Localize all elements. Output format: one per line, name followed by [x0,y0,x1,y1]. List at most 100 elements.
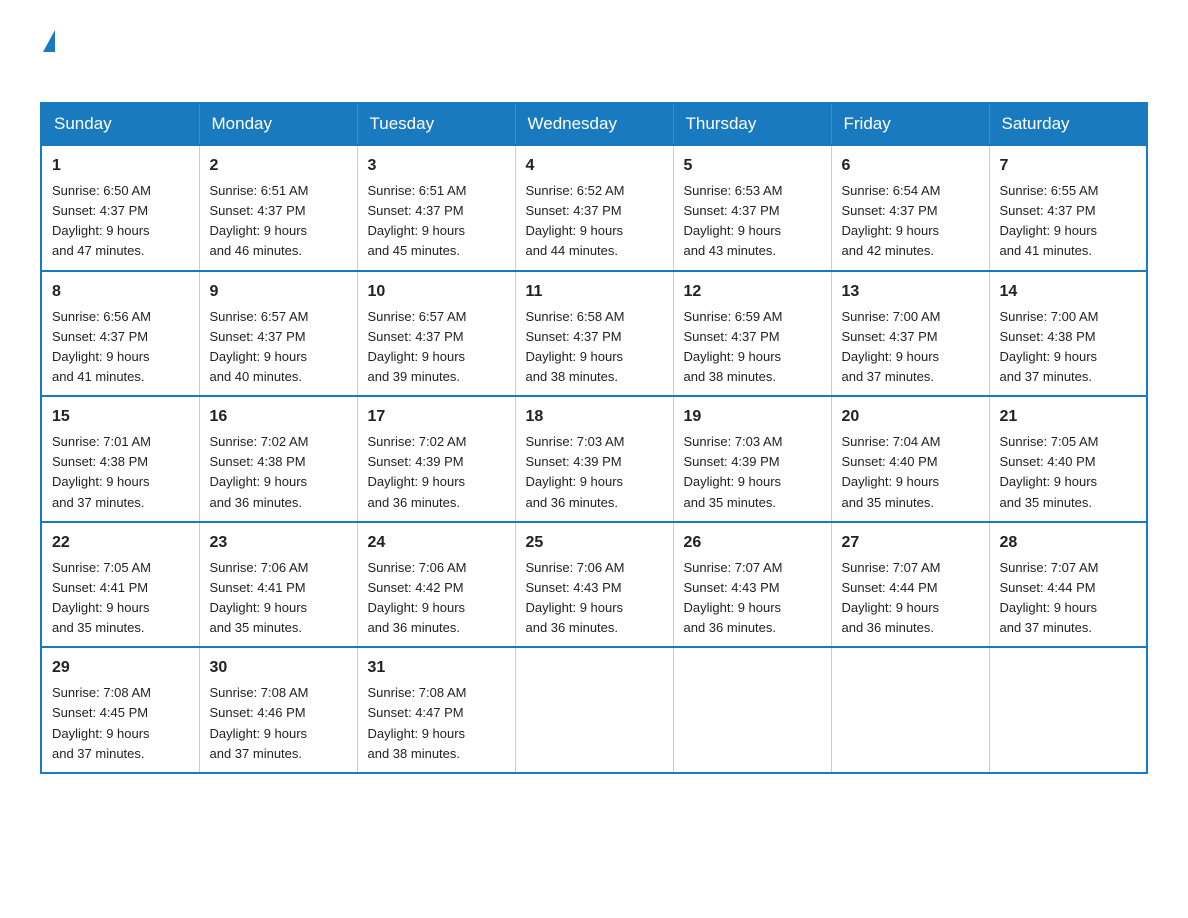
calendar-day-cell: 16 Sunrise: 7:02 AMSunset: 4:38 PMDayligh… [199,396,357,522]
day-number: 23 [210,531,347,555]
calendar-day-cell [831,647,989,773]
calendar-day-cell: 8 Sunrise: 6:56 AMSunset: 4:37 PMDaylight… [41,271,199,397]
day-number: 12 [684,280,821,304]
calendar-week-row: 22 Sunrise: 7:05 AMSunset: 4:41 PMDayligh… [41,522,1147,648]
calendar-day-cell: 31 Sunrise: 7:08 AMSunset: 4:47 PMDayligh… [357,647,515,773]
day-number: 3 [368,154,505,178]
day-info: Sunrise: 7:00 AMSunset: 4:38 PMDaylight:… [1000,307,1137,388]
day-info: Sunrise: 6:52 AMSunset: 4:37 PMDaylight:… [526,181,663,262]
calendar-week-row: 29Sunrise: 7:08 AMSunset: 4:45 PMDayligh… [41,647,1147,773]
logo-triangle-icon [43,30,55,52]
day-info: Sunrise: 6:58 AMSunset: 4:37 PMDaylight:… [526,307,663,388]
day-number: 14 [1000,280,1137,304]
day-info: Sunrise: 7:04 AMSunset: 4:40 PMDaylight:… [842,432,979,513]
day-number: 21 [1000,405,1137,429]
day-number: 11 [526,280,663,304]
calendar-day-cell: 28 Sunrise: 7:07 AMSunset: 4:44 PMDayligh… [989,522,1147,648]
day-info: Sunrise: 7:01 AMSunset: 4:38 PMDaylight:… [52,432,189,513]
calendar-day-cell: 29Sunrise: 7:08 AMSunset: 4:45 PMDayligh… [41,647,199,773]
day-number: 28 [1000,531,1137,555]
day-info: Sunrise: 6:54 AMSunset: 4:37 PMDaylight:… [842,181,979,262]
calendar-day-cell: 15 Sunrise: 7:01 AMSunset: 4:38 PMDayligh… [41,396,199,522]
calendar-day-cell [515,647,673,773]
calendar-day-cell: 9Sunrise: 6:57 AMSunset: 4:37 PMDaylight… [199,271,357,397]
calendar-week-row: 1 Sunrise: 6:50 AMSunset: 4:37 PMDaylight… [41,145,1147,271]
calendar-day-cell: 4Sunrise: 6:52 AMSunset: 4:37 PMDaylight… [515,145,673,271]
day-info: Sunrise: 7:08 AMSunset: 4:47 PMDaylight:… [368,683,505,764]
day-info: Sunrise: 6:56 AMSunset: 4:37 PMDaylight:… [52,307,189,388]
day-info: Sunrise: 7:07 AMSunset: 4:44 PMDaylight:… [842,558,979,639]
calendar-header-row: SundayMondayTuesdayWednesdayThursdayFrid… [41,103,1147,145]
day-number: 6 [842,154,979,178]
day-header-sunday: Sunday [41,103,199,145]
calendar-day-cell: 1 Sunrise: 6:50 AMSunset: 4:37 PMDaylight… [41,145,199,271]
day-info: Sunrise: 7:02 AMSunset: 4:38 PMDaylight:… [210,432,347,513]
calendar-week-row: 8 Sunrise: 6:56 AMSunset: 4:37 PMDaylight… [41,271,1147,397]
day-number: 7 [1000,154,1137,178]
calendar-day-cell: 17 Sunrise: 7:02 AMSunset: 4:39 PMDayligh… [357,396,515,522]
day-number: 22 [52,531,189,555]
calendar-day-cell: 26 Sunrise: 7:07 AMSunset: 4:43 PMDayligh… [673,522,831,648]
logo [40,30,55,82]
day-header-saturday: Saturday [989,103,1147,145]
day-info: Sunrise: 6:55 AMSunset: 4:37 PMDaylight:… [1000,181,1137,262]
day-number: 31 [368,656,505,680]
day-number: 15 [52,405,189,429]
day-number: 25 [526,531,663,555]
day-info: Sunrise: 6:59 AMSunset: 4:37 PMDaylight:… [684,307,821,388]
day-info: Sunrise: 6:51 AMSunset: 4:37 PMDaylight:… [368,181,505,262]
day-header-friday: Friday [831,103,989,145]
calendar-day-cell [989,647,1147,773]
day-info: Sunrise: 7:03 AMSunset: 4:39 PMDaylight:… [684,432,821,513]
day-number: 20 [842,405,979,429]
calendar-day-cell: 13Sunrise: 7:00 AMSunset: 4:37 PMDayligh… [831,271,989,397]
calendar-day-cell: 18 Sunrise: 7:03 AMSunset: 4:39 PMDayligh… [515,396,673,522]
calendar-day-cell: 30Sunrise: 7:08 AMSunset: 4:46 PMDayligh… [199,647,357,773]
day-number: 16 [210,405,347,429]
day-number: 18 [526,405,663,429]
day-number: 10 [368,280,505,304]
calendar-day-cell: 25 Sunrise: 7:06 AMSunset: 4:43 PMDayligh… [515,522,673,648]
day-info: Sunrise: 7:02 AMSunset: 4:39 PMDaylight:… [368,432,505,513]
day-number: 26 [684,531,821,555]
calendar-day-cell: 14 Sunrise: 7:00 AMSunset: 4:38 PMDayligh… [989,271,1147,397]
day-number: 2 [210,154,347,178]
day-info: Sunrise: 6:51 AMSunset: 4:37 PMDaylight:… [210,181,347,262]
day-info: Sunrise: 7:07 AMSunset: 4:44 PMDaylight:… [1000,558,1137,639]
day-number: 1 [52,154,189,178]
day-number: 30 [210,656,347,680]
calendar-day-cell: 20 Sunrise: 7:04 AMSunset: 4:40 PMDayligh… [831,396,989,522]
day-header-wednesday: Wednesday [515,103,673,145]
day-info: Sunrise: 6:53 AMSunset: 4:37 PMDaylight:… [684,181,821,262]
calendar-day-cell [673,647,831,773]
calendar-day-cell: 24 Sunrise: 7:06 AMSunset: 4:42 PMDayligh… [357,522,515,648]
page-header [40,30,1148,82]
calendar-day-cell: 23Sunrise: 7:06 AMSunset: 4:41 PMDayligh… [199,522,357,648]
day-header-thursday: Thursday [673,103,831,145]
day-info: Sunrise: 7:03 AMSunset: 4:39 PMDaylight:… [526,432,663,513]
day-number: 27 [842,531,979,555]
day-info: Sunrise: 6:57 AMSunset: 4:37 PMDaylight:… [368,307,505,388]
day-info: Sunrise: 7:05 AMSunset: 4:41 PMDaylight:… [52,558,189,639]
day-number: 19 [684,405,821,429]
day-number: 24 [368,531,505,555]
day-number: 9 [210,280,347,304]
calendar-day-cell: 6 Sunrise: 6:54 AMSunset: 4:37 PMDaylight… [831,145,989,271]
day-number: 8 [52,280,189,304]
day-number: 17 [368,405,505,429]
day-info: Sunrise: 7:08 AMSunset: 4:45 PMDaylight:… [52,683,189,764]
day-info: Sunrise: 7:05 AMSunset: 4:40 PMDaylight:… [1000,432,1137,513]
day-number: 5 [684,154,821,178]
day-info: Sunrise: 7:07 AMSunset: 4:43 PMDaylight:… [684,558,821,639]
calendar-day-cell: 11 Sunrise: 6:58 AMSunset: 4:37 PMDayligh… [515,271,673,397]
calendar-day-cell: 19 Sunrise: 7:03 AMSunset: 4:39 PMDayligh… [673,396,831,522]
calendar-day-cell: 21 Sunrise: 7:05 AMSunset: 4:40 PMDayligh… [989,396,1147,522]
day-header-tuesday: Tuesday [357,103,515,145]
day-info: Sunrise: 7:06 AMSunset: 4:43 PMDaylight:… [526,558,663,639]
calendar-day-cell: 3 Sunrise: 6:51 AMSunset: 4:37 PMDaylight… [357,145,515,271]
calendar-table: SundayMondayTuesdayWednesdayThursdayFrid… [40,102,1148,774]
calendar-day-cell: 2 Sunrise: 6:51 AMSunset: 4:37 PMDaylight… [199,145,357,271]
day-info: Sunrise: 7:06 AMSunset: 4:42 PMDaylight:… [368,558,505,639]
day-header-monday: Monday [199,103,357,145]
day-info: Sunrise: 6:50 AMSunset: 4:37 PMDaylight:… [52,181,189,262]
